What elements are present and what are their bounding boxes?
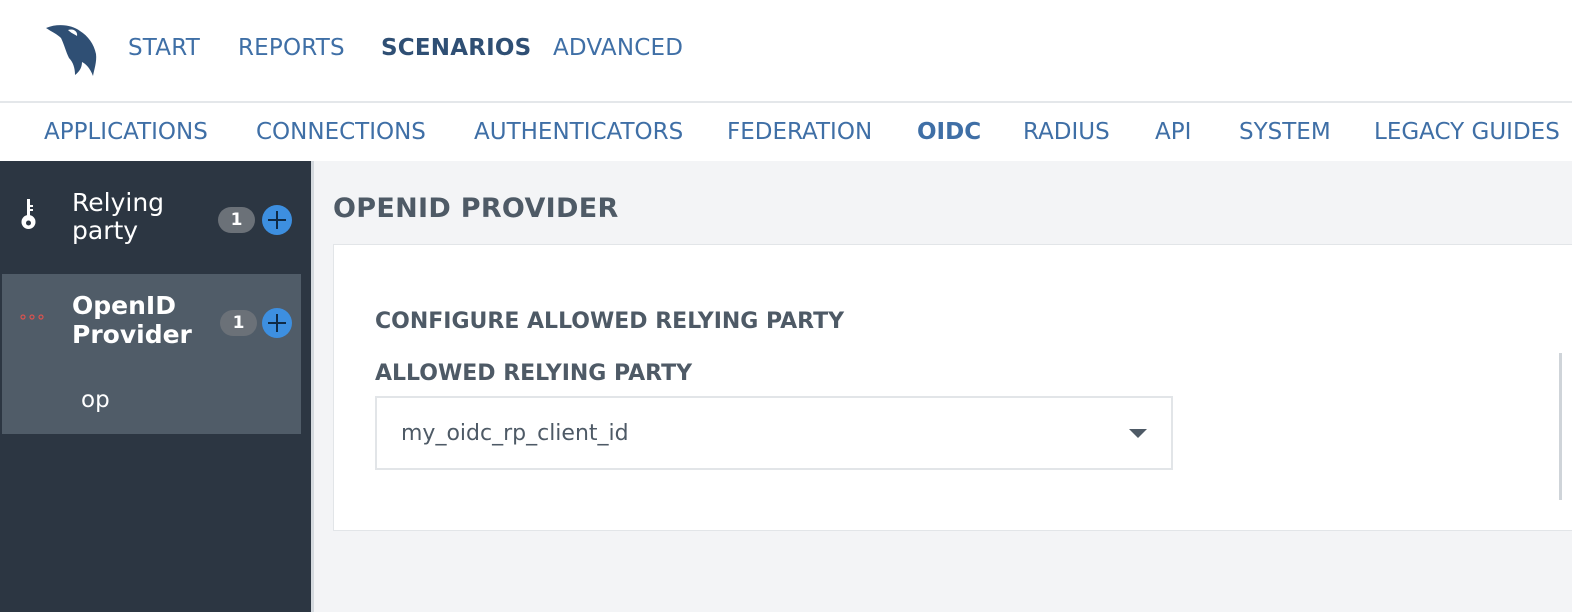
allowed-relying-party-label: ALLOWED RELYING PARTY bbox=[375, 361, 693, 386]
count-badge: 1 bbox=[218, 207, 255, 233]
tab-system[interactable]: SYSTEM bbox=[1239, 117, 1331, 147]
tab-federation[interactable]: FEDERATION bbox=[727, 117, 872, 147]
tab-radius[interactable]: RADIUS bbox=[1023, 117, 1110, 147]
tab-api[interactable]: API bbox=[1155, 117, 1191, 147]
dots-icon bbox=[20, 314, 44, 320]
sidebar-item-openid-provider[interactable]: OpenID Provider 1 op bbox=[2, 274, 301, 434]
sidebar-item-label-line2: Provider bbox=[72, 320, 192, 349]
scrollbar[interactable] bbox=[1559, 353, 1562, 500]
sidebar: Relying party 1 OpenID Provider 1 op bbox=[0, 161, 311, 612]
allowed-relying-party-select[interactable]: my_oidc_rp_client_id bbox=[375, 396, 1173, 470]
sidebar-subitem-op[interactable]: op bbox=[81, 386, 110, 414]
sub-navigation: APPLICATIONS CONNECTIONS AUTHENTICATORS … bbox=[0, 103, 1572, 161]
sidebar-item-label: OpenID bbox=[72, 291, 176, 320]
key-icon bbox=[21, 199, 36, 229]
bird-logo-icon[interactable] bbox=[44, 22, 100, 78]
main-content: OPENID PROVIDER CONFIGURE ALLOWED RELYIN… bbox=[314, 161, 1572, 612]
tab-applications[interactable]: APPLICATIONS bbox=[44, 117, 208, 147]
tab-legacy-guides[interactable]: LEGACY GUIDES bbox=[1374, 117, 1560, 147]
topnav-reports[interactable]: REPORTS bbox=[238, 33, 345, 63]
config-panel: CONFIGURE ALLOWED RELYING PARTY ALLOWED … bbox=[333, 244, 1572, 531]
add-openid-provider-button[interactable] bbox=[262, 308, 292, 338]
topnav-advanced[interactable]: ADVANCED bbox=[553, 33, 683, 63]
section-title: CONFIGURE ALLOWED RELYING PARTY bbox=[375, 309, 845, 334]
caret-down-icon[interactable] bbox=[1129, 429, 1147, 438]
page-title: OPENID PROVIDER bbox=[333, 193, 619, 224]
select-value: my_oidc_rp_client_id bbox=[401, 421, 629, 446]
sidebar-item-relying-party[interactable]: Relying party 1 bbox=[0, 161, 311, 274]
count-badge: 1 bbox=[220, 310, 257, 336]
topnav-scenarios[interactable]: SCENARIOS bbox=[381, 33, 531, 63]
top-navigation: START REPORTS SCENARIOS ADVANCED bbox=[0, 0, 1572, 101]
sidebar-item-label: Relying bbox=[72, 188, 165, 217]
topnav-start[interactable]: START bbox=[128, 33, 200, 63]
sidebar-item-label-line2: party bbox=[72, 216, 139, 245]
tab-connections[interactable]: CONNECTIONS bbox=[256, 117, 426, 147]
tab-oidc[interactable]: OIDC bbox=[917, 117, 981, 147]
tab-authenticators[interactable]: AUTHENTICATORS bbox=[474, 117, 683, 147]
add-relying-party-button[interactable] bbox=[262, 205, 292, 235]
